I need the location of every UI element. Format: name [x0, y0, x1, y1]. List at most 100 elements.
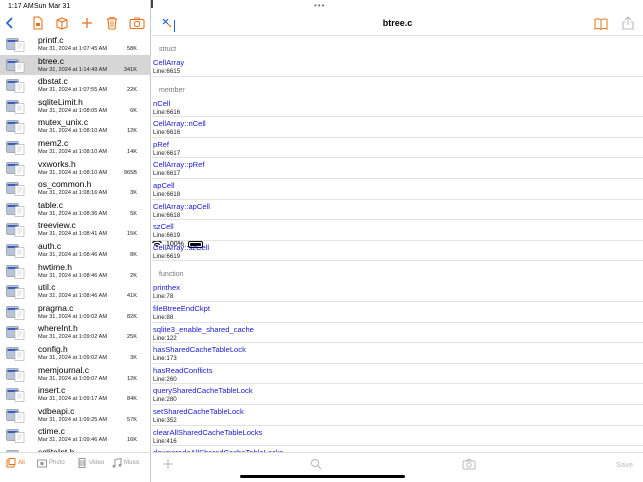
tab-video[interactable]: Video [77, 458, 104, 468]
file-row[interactable]: treeview.c Mar 31, 2024 at 1:08:41 AM 15K [0, 219, 151, 240]
file-row[interactable]: dbstat.c Mar 31, 2024 at 1:07:55 AM 22K [0, 75, 151, 96]
symbol-row[interactable]: clearAllSharedCacheTableLocks Line:416 [152, 426, 643, 447]
photo-icon [37, 459, 47, 468]
symbol-row[interactable]: pRef Line:6617 [152, 138, 643, 159]
add-icon[interactable] [80, 16, 94, 30]
save-button[interactable]: Save [616, 460, 633, 469]
symbol-row[interactable]: nCell Line:6616 [152, 97, 643, 118]
tab-all[interactable]: All [6, 458, 25, 468]
file-row[interactable]: memjournal.c Mar 31, 2024 at 1:09:07 AM 12… [0, 364, 151, 385]
file-date: Mar 31, 2024 at 1:09:25 AM [38, 416, 108, 423]
file-size: 14K [127, 148, 137, 155]
file-row[interactable]: table.c Mar 31, 2024 at 1:08:36 AM 5K [0, 199, 151, 220]
file-size: 2K [130, 272, 137, 279]
file-row[interactable]: insert.c Mar 31, 2024 at 1:09:17 AM 84K [0, 384, 151, 405]
symbol-row[interactable]: CellArray::pRef Line:6617 [152, 158, 643, 179]
file-date: Mar 31, 2024 at 1:09:17 AM [38, 396, 108, 403]
add-icon[interactable] [162, 458, 174, 473]
share-icon[interactable] [622, 16, 634, 30]
symbol-list[interactable]: struct CellArray Line:6615 member nCell Line:… [152, 36, 643, 452]
search-icon[interactable] [310, 458, 322, 473]
package-icon[interactable] [55, 16, 69, 30]
file-row[interactable]: printf.c Mar 31, 2024 at 1:07:45 AM 58K [0, 34, 151, 55]
file-name: pragma.c [38, 302, 74, 313]
symbol-name: CellArray::apCell [153, 201, 210, 211]
tab-label: Photo [49, 460, 65, 466]
symbol-row[interactable]: hasReadConflicts Line:260 [152, 364, 643, 385]
symbol-name: setSharedCacheTableLock [153, 406, 244, 416]
file-date: Mar 31, 2024 at 1:09:02 AM [38, 313, 108, 320]
file-name: os_common.h [38, 179, 92, 190]
file-name: util.c [38, 282, 56, 293]
source-file-icon [6, 120, 25, 135]
file-date: Mar 31, 2024 at 1:08:46 AM [38, 272, 108, 279]
file-date: Mar 31, 2024 at 1:07:45 AM [38, 46, 108, 52]
trash-icon[interactable] [105, 16, 119, 30]
symbol-line: Line:6619 [153, 232, 181, 240]
file-row[interactable]: whereInt.h Mar 31, 2024 at 1:09:02 AM 25K [0, 322, 151, 343]
file-row[interactable]: ctime.c Mar 31, 2024 at 1:09:46 AM 16K [0, 425, 151, 446]
symbol-row[interactable]: CellArray Line:6615 [152, 56, 643, 77]
source-file-icon [6, 305, 25, 320]
source-file-icon [6, 38, 25, 52]
source-file-icon [6, 244, 25, 258]
file-size: 22K [127, 87, 137, 94]
symbol-line: Line:6616 [153, 108, 181, 116]
file-size: 3K [130, 190, 137, 197]
symbol-name: fileBtreeEndCkpt [153, 303, 210, 313]
symbol-row[interactable]: sqlite3_enable_shared_cache Line:122 [152, 323, 643, 344]
file-row[interactable]: mutex_unix.c Mar 31, 2024 at 1:08:10 AM 12… [0, 116, 151, 137]
back-icon[interactable] [3, 16, 17, 30]
symbol-row[interactable]: apCell Line:6618 [152, 179, 643, 200]
tab-label: Video [89, 460, 105, 466]
symbol-line: Line:6616 [153, 129, 181, 137]
media-tab-bar: All Photo Video Music [0, 452, 151, 482]
symbol-row[interactable]: querySharedCacheTableLock Line:280 [152, 384, 643, 405]
file-list[interactable]: printf.c Mar 31, 2024 at 1:07:45 AM 58K btr… [0, 34, 151, 452]
symbol-name: szCell [153, 222, 174, 232]
file-size: 82K [127, 313, 137, 320]
camera-icon[interactable] [129, 16, 145, 30]
file-row[interactable]: vxworks.h Mar 31, 2024 at 1:08:10 AM 965B [0, 158, 151, 179]
file-row[interactable]: hwtime.h Mar 31, 2024 at 1:08:46 AM 2K [0, 261, 151, 282]
symbol-line: Line:352 [153, 416, 177, 424]
home-indicator[interactable] [240, 475, 405, 478]
new-file-icon[interactable] [31, 16, 45, 30]
file-row[interactable]: auth.c Mar 31, 2024 at 1:08:46 AM 8K [0, 240, 151, 261]
film-icon [78, 458, 86, 468]
symbol-name: sqlite3_enable_shared_cache [153, 324, 254, 334]
symbol-line: Line:78 [153, 293, 174, 301]
file-name: insert.c [38, 385, 66, 396]
source-file-icon [6, 388, 25, 402]
book-icon[interactable] [594, 18, 608, 30]
symbol-name: CellArray::nCell [153, 119, 206, 129]
source-file-icon [6, 161, 25, 176]
file-row[interactable]: mem2.c Mar 31, 2024 at 1:08:10 AM 14K [0, 137, 151, 158]
symbol-row[interactable]: szCell Line:6619 [152, 220, 643, 241]
file-row[interactable]: os_common.h Mar 31, 2024 at 1:08:16 AM 3K [0, 178, 151, 199]
file-row[interactable]: config.h Mar 31, 2024 at 1:09:02 AM 3K [0, 343, 151, 364]
file-row[interactable]: vdbeapi.c Mar 31, 2024 at 1:09:25 AM 57K [0, 405, 151, 426]
section-header: member [152, 76, 643, 97]
symbol-row[interactable]: printhex Line:78 [152, 281, 643, 302]
symbol-row[interactable]: setSharedCacheTableLock Line:352 [152, 405, 643, 426]
file-row[interactable]: util.c Mar 31, 2024 at 1:08:46 AM 41K [0, 281, 151, 302]
symbol-row[interactable]: CellArray::apCell Line:6618 [152, 200, 643, 221]
camera-icon[interactable] [462, 458, 476, 473]
symbol-row[interactable]: CellArray::szCell Line:6619 [152, 241, 643, 262]
symbol-row[interactable]: hasSharedCacheTableLock Line:173 [152, 343, 643, 364]
file-name: btree.c [38, 55, 64, 66]
file-date: Mar 31, 2024 at 1:08:10 AM [38, 169, 108, 176]
symbol-row[interactable]: CellArray::nCell Line:6616 [152, 117, 643, 138]
tab-photo[interactable]: Photo [37, 458, 65, 468]
symbol-line: Line:6615 [153, 68, 181, 75]
symbol-line: Line:6618 [153, 211, 181, 219]
file-date: Mar 31, 2024 at 1:08:10 AM [38, 148, 108, 155]
file-row[interactable]: sqliteLimit.h Mar 31, 2024 at 1:08:05 AM 6… [0, 96, 151, 117]
symbol-row[interactable]: fileBtreeEndCkpt Line:88 [152, 302, 643, 323]
file-row[interactable]: pragma.c Mar 31, 2024 at 1:09:02 AM 82K [0, 302, 151, 323]
file-name: printf.c [38, 35, 64, 45]
tab-music[interactable]: Music [112, 458, 140, 468]
file-date: Mar 31, 2024 at 1:14:49 AM [38, 66, 108, 73]
file-row[interactable]: btree.c Mar 31, 2024 at 1:14:49 AM 341K [0, 54, 151, 76]
